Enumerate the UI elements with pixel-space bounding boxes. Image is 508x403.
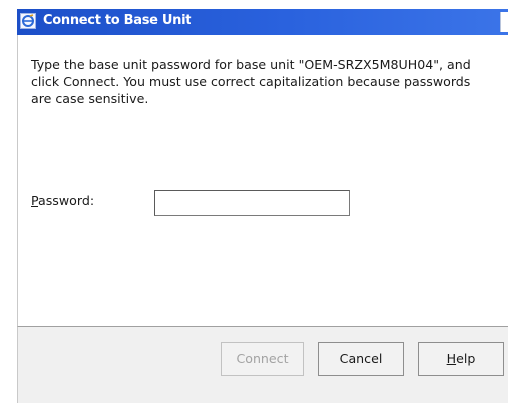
help-label-text: elp xyxy=(456,351,476,366)
help-button[interactable]: Help xyxy=(418,342,504,376)
password-label-text: assword: xyxy=(38,193,95,208)
connect-button[interactable]: Connect xyxy=(221,342,304,376)
instruction-text: Type the base unit password for base uni… xyxy=(31,57,471,106)
app-icon xyxy=(20,13,36,29)
password-label: Password: xyxy=(31,193,94,208)
close-button[interactable] xyxy=(500,12,508,32)
help-label-accelerator: H xyxy=(446,351,457,366)
window-title: Connect to Base Unit xyxy=(43,13,192,28)
title-bar[interactable]: Connect to Base Unit xyxy=(17,9,508,35)
password-input[interactable] xyxy=(154,190,350,216)
password-label-accelerator: P xyxy=(31,193,39,208)
dialog-window: Connect to Base Unit Type the base unit … xyxy=(0,0,508,403)
cancel-button[interactable]: Cancel xyxy=(318,342,404,376)
